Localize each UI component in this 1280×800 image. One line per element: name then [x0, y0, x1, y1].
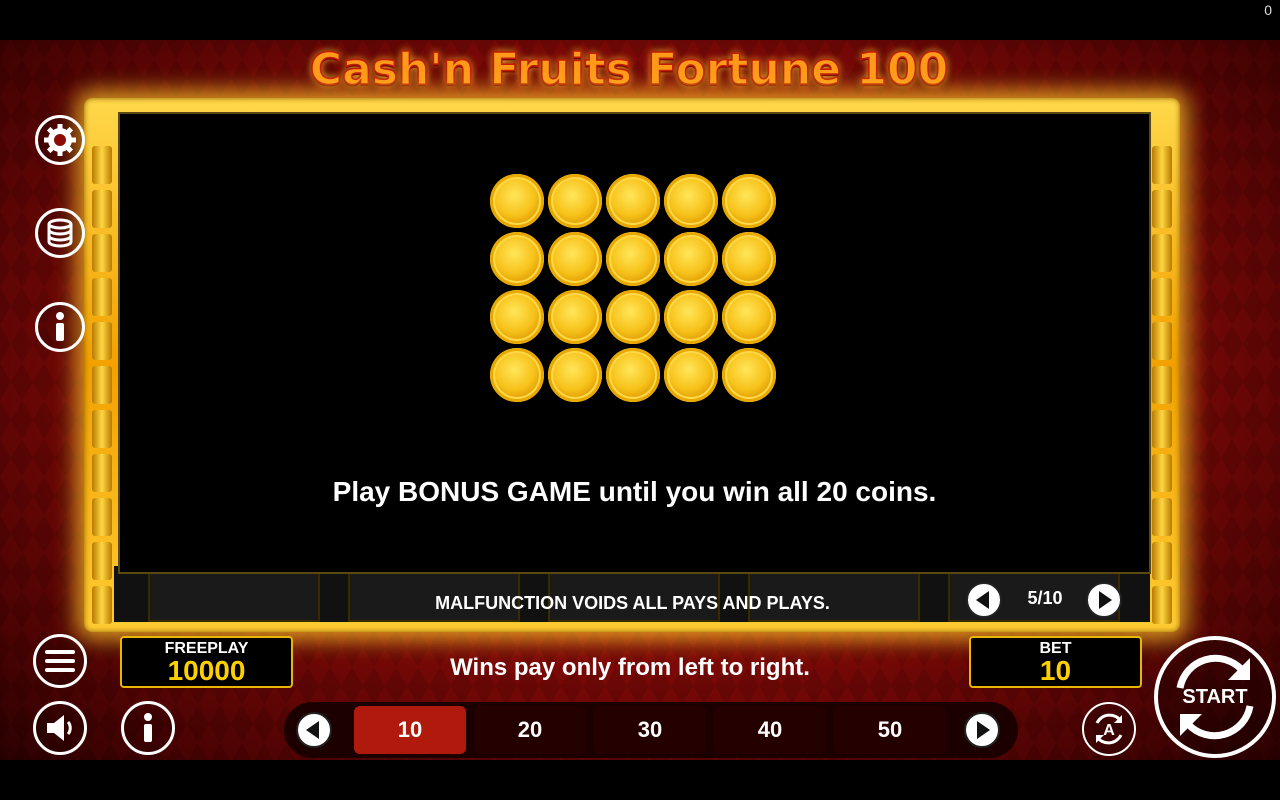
- frame-segment: [1152, 190, 1172, 228]
- coin-icon: [722, 348, 776, 402]
- frame-segment: [1152, 410, 1172, 448]
- bet-value: 10: [1039, 655, 1072, 686]
- coin-icon: [606, 232, 660, 286]
- coin-icon: [664, 232, 718, 286]
- frame-segment: [92, 322, 112, 360]
- page-indicator: 5/10: [1027, 588, 1063, 608]
- bet-selector: 10 20 30 40 50: [284, 702, 1018, 758]
- svg-text:A: A: [1103, 722, 1115, 739]
- frame-segment: [1152, 322, 1172, 360]
- sound-button[interactable]: [33, 701, 87, 755]
- bet-next-button[interactable]: [964, 712, 1000, 748]
- arrow-left-icon: [976, 591, 989, 609]
- frame-segment: [1152, 586, 1172, 624]
- balance-box: FREEPLAY 10000: [120, 636, 293, 688]
- balance-value: 10000: [167, 655, 246, 686]
- frame-segment: [1152, 234, 1172, 272]
- coin-icon: [548, 348, 602, 402]
- coin-icon: [664, 348, 718, 402]
- coin-icon: [490, 290, 544, 344]
- arrow-left-icon: [306, 721, 319, 739]
- arrow-right-icon: [977, 721, 990, 739]
- frame-segment: [1152, 146, 1172, 184]
- coin-stack-icon: [47, 218, 73, 248]
- frame-segment: [1152, 366, 1172, 404]
- coin-icon: [548, 232, 602, 286]
- coin-icon: [548, 290, 602, 344]
- info-popup: Play BONUS GAME until you win all 20 coi…: [118, 112, 1151, 574]
- coin-icon: [722, 290, 776, 344]
- bet-option-30[interactable]: 30: [594, 706, 706, 754]
- coin-grid: [490, 174, 776, 402]
- speaker-icon: [47, 715, 72, 741]
- frame-segment: [92, 146, 112, 184]
- coin-icon: [664, 290, 718, 344]
- game-title: Cash'n Fruits Fortune 100: [309, 43, 949, 96]
- info-icon: [56, 312, 64, 341]
- coin-icon: [606, 290, 660, 344]
- bet-prev-button[interactable]: [296, 712, 332, 748]
- frame-segment: [1152, 542, 1172, 580]
- arrow-right-icon: [1099, 591, 1112, 609]
- settings-button[interactable]: [35, 115, 85, 165]
- coin-icon: [490, 232, 544, 286]
- frame-segment: [92, 498, 112, 536]
- frame-segment: [1152, 278, 1172, 316]
- coin-icon: [606, 174, 660, 228]
- coin-icon: [490, 174, 544, 228]
- top-right-counter: 0: [1264, 2, 1272, 18]
- coin-icon: [548, 174, 602, 228]
- gear-icon: [44, 124, 76, 156]
- autoplay-icon: A: [1095, 713, 1123, 745]
- start-button[interactable]: START: [1154, 636, 1276, 758]
- bet-option-50[interactable]: 50: [834, 706, 946, 754]
- bonus-info-text: Play BONUS GAME until you win all 20 coi…: [332, 476, 937, 507]
- coin-icon: [490, 348, 544, 402]
- frame-segment: [92, 410, 112, 448]
- start-label: START: [1182, 685, 1248, 708]
- reel-tile: [148, 566, 320, 622]
- info-icon: [144, 713, 152, 742]
- bet-option-40[interactable]: 40: [714, 706, 826, 754]
- bet-option-10[interactable]: 10: [354, 706, 466, 754]
- frame-segment: [92, 234, 112, 272]
- wins-rule-text: Wins pay only from left to right.: [450, 654, 810, 681]
- coin-icon: [664, 174, 718, 228]
- frame-segment: [92, 542, 112, 580]
- game-info-button[interactable]: [121, 701, 175, 755]
- frame-segment: [92, 190, 112, 228]
- next-page-button[interactable]: [1086, 582, 1122, 618]
- frame-segment: [92, 586, 112, 624]
- menu-button[interactable]: [33, 634, 87, 688]
- frame-segment: [92, 366, 112, 404]
- bet-box: BET 10: [969, 636, 1142, 688]
- frame-segment: [1152, 498, 1172, 536]
- bet-option-20[interactable]: 20: [474, 706, 586, 754]
- frame-segment: [1152, 454, 1172, 492]
- prev-page-button[interactable]: [966, 582, 1002, 618]
- coin-icon: [722, 174, 776, 228]
- autoplay-button[interactable]: A: [1082, 702, 1136, 756]
- malfunction-notice: MALFUNCTION VOIDS ALL PAYS AND PLAYS.: [435, 593, 830, 613]
- game-stage: Cash'n Fruits Fortune 100 Play BONUS GAM…: [0, 40, 1280, 760]
- frame-segment: [92, 278, 112, 316]
- coin-icon: [722, 232, 776, 286]
- coin-icon: [606, 348, 660, 402]
- frame-segment: [92, 454, 112, 492]
- paytable-info-button[interactable]: [35, 302, 85, 352]
- hamburger-menu-icon: [45, 650, 75, 672]
- coins-button[interactable]: [35, 208, 85, 258]
- info-pager: 5/10: [966, 580, 1126, 620]
